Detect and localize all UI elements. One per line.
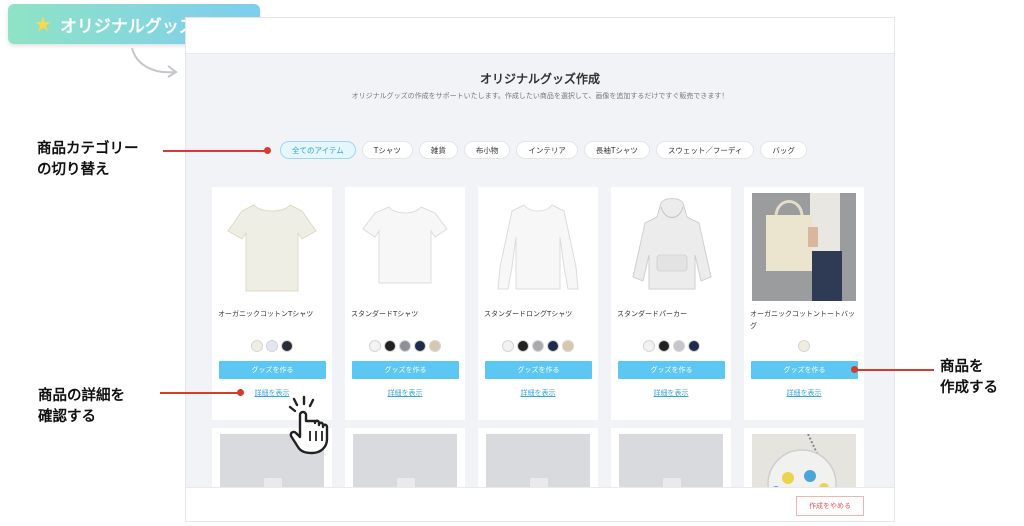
- color-swatches: [345, 340, 465, 352]
- product-name: オーガニックコットントートバッグ: [750, 310, 855, 330]
- page-title: オリジナルグッズ作成: [479, 72, 600, 86]
- callout-create-line: [856, 369, 934, 371]
- app-header: [186, 18, 894, 54]
- product-card: スタンダードロングTシャツグッズを作る詳細を表示: [478, 187, 598, 420]
- callout-category-line: [163, 150, 267, 152]
- callout-detail-line: [160, 392, 240, 394]
- app-footer: 作成をやめる: [186, 487, 894, 521]
- product-name: スタンダードTシャツ: [351, 310, 419, 318]
- color-swatch[interactable]: [266, 340, 278, 352]
- callout-detail-line2: 確認する: [38, 409, 96, 425]
- product-name: スタンダードパーカー: [617, 310, 687, 318]
- color-swatch[interactable]: [642, 340, 655, 352]
- product-card: スタンダードパーカーグッズを作る詳細を表示: [611, 187, 731, 420]
- make-goods-button[interactable]: グッズを作る: [618, 361, 725, 379]
- callout-category-line2: の切り替え: [37, 162, 110, 178]
- callout-create-line2: 作成する: [940, 380, 998, 396]
- color-swatch[interactable]: [517, 340, 529, 352]
- page-subtitle: オリジナルグッズの作成をサポートいたします。作成したい商品を選択して、画像を追加…: [351, 92, 729, 100]
- tote-bag-image: [752, 193, 856, 301]
- color-swatches: [611, 340, 731, 352]
- product-image[interactable]: [619, 193, 723, 301]
- product-image[interactable]: [486, 193, 590, 301]
- product-name: オーガニックコットンTシャツ: [218, 310, 314, 318]
- view-details-link[interactable]: 詳細を表示: [744, 388, 864, 398]
- hand-cursor-icon: [288, 395, 329, 455]
- organic-tshirt-image: [227, 204, 317, 292]
- color-swatch[interactable]: [399, 340, 411, 352]
- view-details-link[interactable]: 詳細を表示: [478, 388, 598, 398]
- color-swatches: [744, 340, 864, 352]
- color-swatch[interactable]: [414, 340, 426, 352]
- callout-create-line1: 商品を: [940, 359, 984, 375]
- callout-category-line1: 商品カテゴリー: [37, 141, 139, 157]
- category-tab-6[interactable]: スウェット／フーディ: [655, 141, 755, 159]
- category-tab-5[interactable]: 長袖Tシャツ: [583, 141, 650, 159]
- hoodie-image: [632, 198, 712, 290]
- category-tab-1[interactable]: Tシャツ: [361, 141, 413, 159]
- color-swatch[interactable]: [369, 340, 381, 352]
- long-sleeve-tshirt-image: [497, 204, 579, 290]
- color-swatch[interactable]: [429, 340, 441, 352]
- color-swatch[interactable]: [502, 340, 514, 352]
- color-swatch[interactable]: [798, 340, 810, 352]
- color-swatch[interactable]: [532, 340, 544, 352]
- product-name: スタンダードロングTシャツ: [484, 310, 573, 318]
- product-image[interactable]: [220, 193, 324, 301]
- callout-detail-dot: [237, 389, 244, 396]
- standard-tshirt-image: [362, 206, 448, 284]
- callout-detail: 商品の詳細を 確認する: [38, 386, 125, 428]
- make-goods-button[interactable]: グッズを作る: [352, 361, 459, 379]
- category-tab-4[interactable]: インテリア: [516, 141, 578, 159]
- make-goods-button[interactable]: グッズを作る: [219, 361, 326, 379]
- category-tabs: 全てのアイテム Tシャツ 雑貨 布小物 インテリア 長袖Tシャツ スウェット／フーディ バッグ: [280, 141, 807, 159]
- color-swatch[interactable]: [547, 340, 559, 352]
- product-card: オーガニックコットントートバッグ グッズを作る詳細を表示: [744, 187, 864, 420]
- color-swatch[interactable]: [687, 340, 700, 352]
- cancel-creation-button[interactable]: 作成をやめる: [796, 496, 864, 516]
- color-swatch[interactable]: [384, 340, 396, 352]
- callout-create-dot: [851, 366, 858, 373]
- color-swatch[interactable]: [672, 340, 685, 352]
- view-details-link[interactable]: 詳細を表示: [611, 388, 731, 398]
- color-swatch[interactable]: [562, 340, 574, 352]
- category-tab-2[interactable]: 雑貨: [418, 141, 458, 159]
- product-image[interactable]: [752, 193, 856, 301]
- category-tab-3[interactable]: 布小物: [463, 141, 511, 159]
- category-tab-7[interactable]: バッグ: [760, 141, 807, 159]
- callout-category-dot: [264, 147, 271, 154]
- make-goods-button[interactable]: グッズを作る: [485, 361, 592, 379]
- product-image[interactable]: [353, 193, 457, 301]
- color-swatch[interactable]: [657, 340, 670, 352]
- color-swatches: [478, 340, 598, 352]
- product-card: スタンダードTシャツグッズを作る詳細を表示: [345, 187, 465, 420]
- callout-category: 商品カテゴリー の切り替え: [37, 139, 139, 181]
- star-icon: ★: [34, 12, 52, 36]
- color-swatches: [212, 340, 332, 352]
- view-details-link[interactable]: 詳細を表示: [345, 388, 465, 398]
- callout-create: 商品を 作成する: [940, 357, 998, 399]
- color-swatch[interactable]: [251, 340, 263, 352]
- color-swatch[interactable]: [281, 340, 293, 352]
- curved-arrow-icon: [131, 47, 178, 78]
- callout-detail-line1: 商品の詳細を: [38, 388, 125, 404]
- category-tab-0[interactable]: 全てのアイテム: [280, 141, 356, 159]
- product-card: オーガニックコットンTシャツ グッズを作る 詳細を表示: [212, 187, 332, 420]
- make-goods-button[interactable]: グッズを作る: [751, 361, 858, 379]
